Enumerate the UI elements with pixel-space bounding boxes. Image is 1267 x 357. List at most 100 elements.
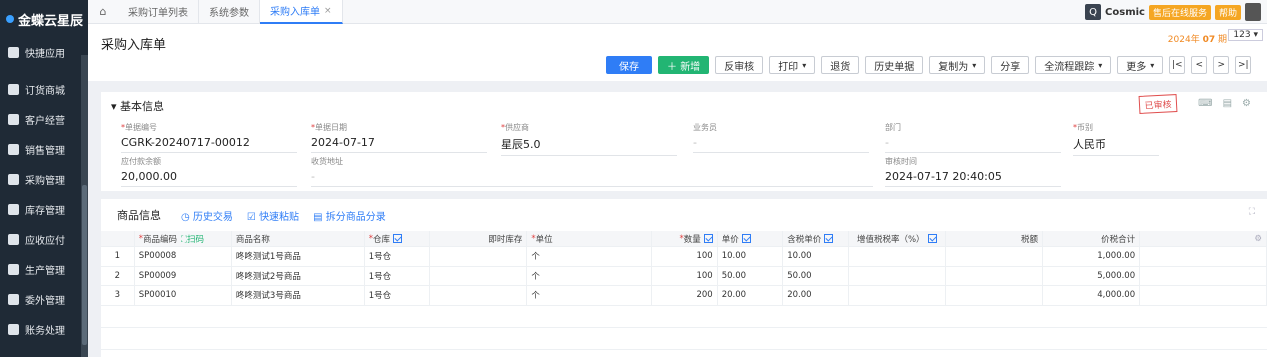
keyboard-icon[interactable]: ⌨ bbox=[1198, 98, 1212, 109]
period-indicator[interactable]: 2024年 07 期 bbox=[1168, 32, 1227, 45]
help-button[interactable]: 帮助 bbox=[1214, 4, 1241, 20]
col-tax[interactable]: 税额 bbox=[946, 231, 1043, 246]
chevron-down-icon: ▾ bbox=[1150, 60, 1155, 70]
chart-icon bbox=[8, 143, 19, 155]
col-price[interactable]: 单价 bbox=[718, 231, 784, 246]
after-sales-button[interactable]: 售后在线服务 bbox=[1148, 4, 1211, 20]
logo-text: 金蝶云星辰 bbox=[18, 13, 84, 29]
return-button[interactable]: 退货 bbox=[821, 56, 860, 74]
field-audit-time[interactable]: 审核时间 2024-07-17 20:40:05 bbox=[885, 156, 1061, 187]
chevron-down-icon: ▾ bbox=[1098, 60, 1103, 70]
search-icon[interactable]: Q bbox=[1085, 4, 1102, 20]
sidebar-item-mall[interactable]: 订货商城 bbox=[0, 74, 88, 104]
checkbox-icon[interactable] bbox=[824, 234, 834, 243]
field-supplier[interactable]: *供应商 星辰5.0 bbox=[501, 122, 677, 156]
checkbox-icon[interactable] bbox=[393, 234, 402, 243]
col-total[interactable]: 价税合计 bbox=[1043, 231, 1141, 246]
field-bill-date[interactable]: *单据日期 2024-07-17 bbox=[311, 122, 487, 153]
user-icon bbox=[8, 113, 19, 125]
audited-stamp: 已审核 bbox=[1138, 94, 1178, 114]
doc-icon[interactable]: ▤ bbox=[1223, 98, 1232, 109]
plus-icon: ＋ bbox=[667, 61, 681, 73]
sidebar-item-receivable[interactable]: 应收应付 bbox=[0, 224, 88, 254]
field-currency[interactable]: *币别 人民币 bbox=[1073, 122, 1159, 156]
scrollbar-thumb[interactable] bbox=[82, 185, 87, 345]
field-address[interactable]: 收货地址 - bbox=[311, 156, 873, 187]
copy-as-button[interactable]: 复制为 ▾ bbox=[929, 56, 986, 74]
sidebar-item-production[interactable]: 生产管理 bbox=[0, 254, 88, 284]
sidebar-item-accounting[interactable]: 账务处理 bbox=[0, 314, 88, 344]
quick-paste-link[interactable]: ☑ 快速粘贴 bbox=[247, 208, 299, 223]
goods-header: 商品信息 ◷ 历史交易 ☑ 快速粘贴 ▤ 拆分商品分录 bbox=[117, 207, 386, 223]
print-button[interactable]: 打印 ▾ bbox=[769, 56, 816, 74]
field-salesman[interactable]: 业务员 - bbox=[693, 122, 869, 153]
page-header: 采购入库单 2024年 07 期 123 ▾ 保存 ＋ 新增 反审核 打印 ▾ 退… bbox=[88, 24, 1267, 81]
chevron-down-icon: ▾ bbox=[972, 60, 977, 70]
history-button[interactable]: 历史单据 bbox=[865, 56, 924, 74]
sidebar-scrollbar[interactable] bbox=[81, 55, 88, 357]
more-button[interactable]: 更多 ▾ bbox=[1117, 56, 1164, 74]
panel-tools: ⌨ ▤ ⚙ bbox=[1198, 98, 1251, 109]
field-bill-no[interactable]: *单据编号 CGRK-20240717-00012 bbox=[121, 122, 297, 153]
app-logo[interactable]: 金蝶云星辰 bbox=[0, 0, 88, 38]
ledger-icon bbox=[8, 323, 19, 335]
table-row[interactable]: 1 SP00008 咚咚测试1号商品 1号仓 个 100 10.00 10.00… bbox=[101, 247, 1267, 267]
checkbox-icon[interactable] bbox=[741, 234, 751, 243]
col-name[interactable]: 商品名称 bbox=[232, 231, 365, 246]
tab-system-params[interactable]: 系统参数 bbox=[199, 0, 260, 24]
sidebar-item-customer[interactable]: 客户经营 bbox=[0, 104, 88, 134]
col-tax-rate[interactable]: 增值税税率（%） bbox=[849, 231, 946, 246]
col-tax-price[interactable]: 含税单价 bbox=[783, 231, 849, 246]
first-record-icon[interactable]: |< bbox=[1169, 56, 1186, 74]
sidebar-item-quick[interactable]: 快捷应用 bbox=[0, 38, 88, 66]
col-stock[interactable]: 即时库存 bbox=[430, 231, 528, 246]
col-unit[interactable]: * 单位 bbox=[527, 231, 653, 246]
sidebar-item-purchase[interactable]: 采购管理 bbox=[0, 164, 88, 194]
table-row[interactable]: 2 SP00009 咚咚测试2号商品 1号仓 个 100 50.00 50.00… bbox=[101, 266, 1267, 286]
page-selector[interactable]: 123 ▾ bbox=[1228, 29, 1263, 41]
bag-icon bbox=[8, 83, 19, 95]
chevron-down-icon: ▾ bbox=[802, 60, 807, 70]
scan-icon[interactable]: ⛶扫码 bbox=[181, 233, 204, 245]
save-button[interactable]: 保存 bbox=[606, 56, 652, 74]
share-button[interactable]: 分享 bbox=[991, 56, 1030, 74]
add-button[interactable]: ＋ 新增 bbox=[658, 56, 710, 74]
checkbox-icon[interactable] bbox=[703, 234, 713, 243]
grid-icon bbox=[8, 46, 19, 58]
split-entry-link[interactable]: ▤ 拆分商品分录 bbox=[313, 208, 386, 223]
section-title-basic[interactable]: ▾ 基本信息 bbox=[111, 98, 164, 114]
basic-info-panel: ▾ 基本信息 已审核 ⌨ ▤ ⚙ *单据编号 CGRK-20240717-0001… bbox=[101, 92, 1267, 191]
money-icon bbox=[8, 233, 19, 245]
tab-purchase-receipt[interactable]: 采购入库单 × bbox=[260, 0, 343, 24]
avatar[interactable] bbox=[1245, 3, 1261, 21]
home-icon[interactable]: ⌂ bbox=[88, 5, 118, 18]
sidebar-item-inventory[interactable]: 库存管理 bbox=[0, 194, 88, 224]
logo-icon bbox=[6, 15, 14, 23]
last-record-icon[interactable]: >| bbox=[1235, 56, 1252, 74]
close-icon[interactable]: × bbox=[324, 6, 332, 16]
page-title: 采购入库单 bbox=[101, 38, 167, 53]
tab-purchase-order-list[interactable]: 采购订单列表 bbox=[118, 0, 199, 24]
expand-icon[interactable]: ⛶ bbox=[1249, 207, 1255, 217]
field-payable-balance[interactable]: 应付款余额 20,000.00 bbox=[121, 156, 297, 187]
trace-button[interactable]: 全流程跟踪 ▾ bbox=[1035, 56, 1112, 74]
table-row-empty[interactable] bbox=[101, 328, 1267, 350]
history-trade-link[interactable]: ◷ 历史交易 bbox=[181, 208, 233, 223]
unaudit-button[interactable]: 反审核 bbox=[715, 56, 764, 74]
gear-icon[interactable]: ⚙ bbox=[1242, 98, 1251, 109]
cosmic-link[interactable]: Cosmic bbox=[1105, 7, 1145, 18]
sidebar-item-outsource[interactable]: 委外管理 bbox=[0, 284, 88, 314]
factory-icon bbox=[8, 263, 19, 275]
next-record-icon[interactable]: > bbox=[1213, 56, 1230, 74]
prev-record-icon[interactable]: < bbox=[1191, 56, 1208, 74]
table-row[interactable]: 3 SP00010 咚咚测试3号商品 1号仓 个 200 20.00 20.00… bbox=[101, 286, 1267, 306]
col-code[interactable]: * 商品编码 ⛶扫码 bbox=[135, 231, 232, 246]
col-warehouse[interactable]: * 仓库 bbox=[365, 231, 431, 246]
top-right-area: Q Cosmic 售后在线服务 帮助 bbox=[1085, 3, 1261, 21]
checkbox-icon[interactable] bbox=[927, 234, 937, 243]
column-settings-icon[interactable]: ⚙ bbox=[1254, 234, 1262, 244]
table-row-empty[interactable] bbox=[101, 306, 1267, 328]
sidebar-item-sales[interactable]: 销售管理 bbox=[0, 134, 88, 164]
col-qty[interactable]: * 数量 bbox=[652, 231, 718, 246]
field-department[interactable]: 部门 - bbox=[885, 122, 1061, 153]
